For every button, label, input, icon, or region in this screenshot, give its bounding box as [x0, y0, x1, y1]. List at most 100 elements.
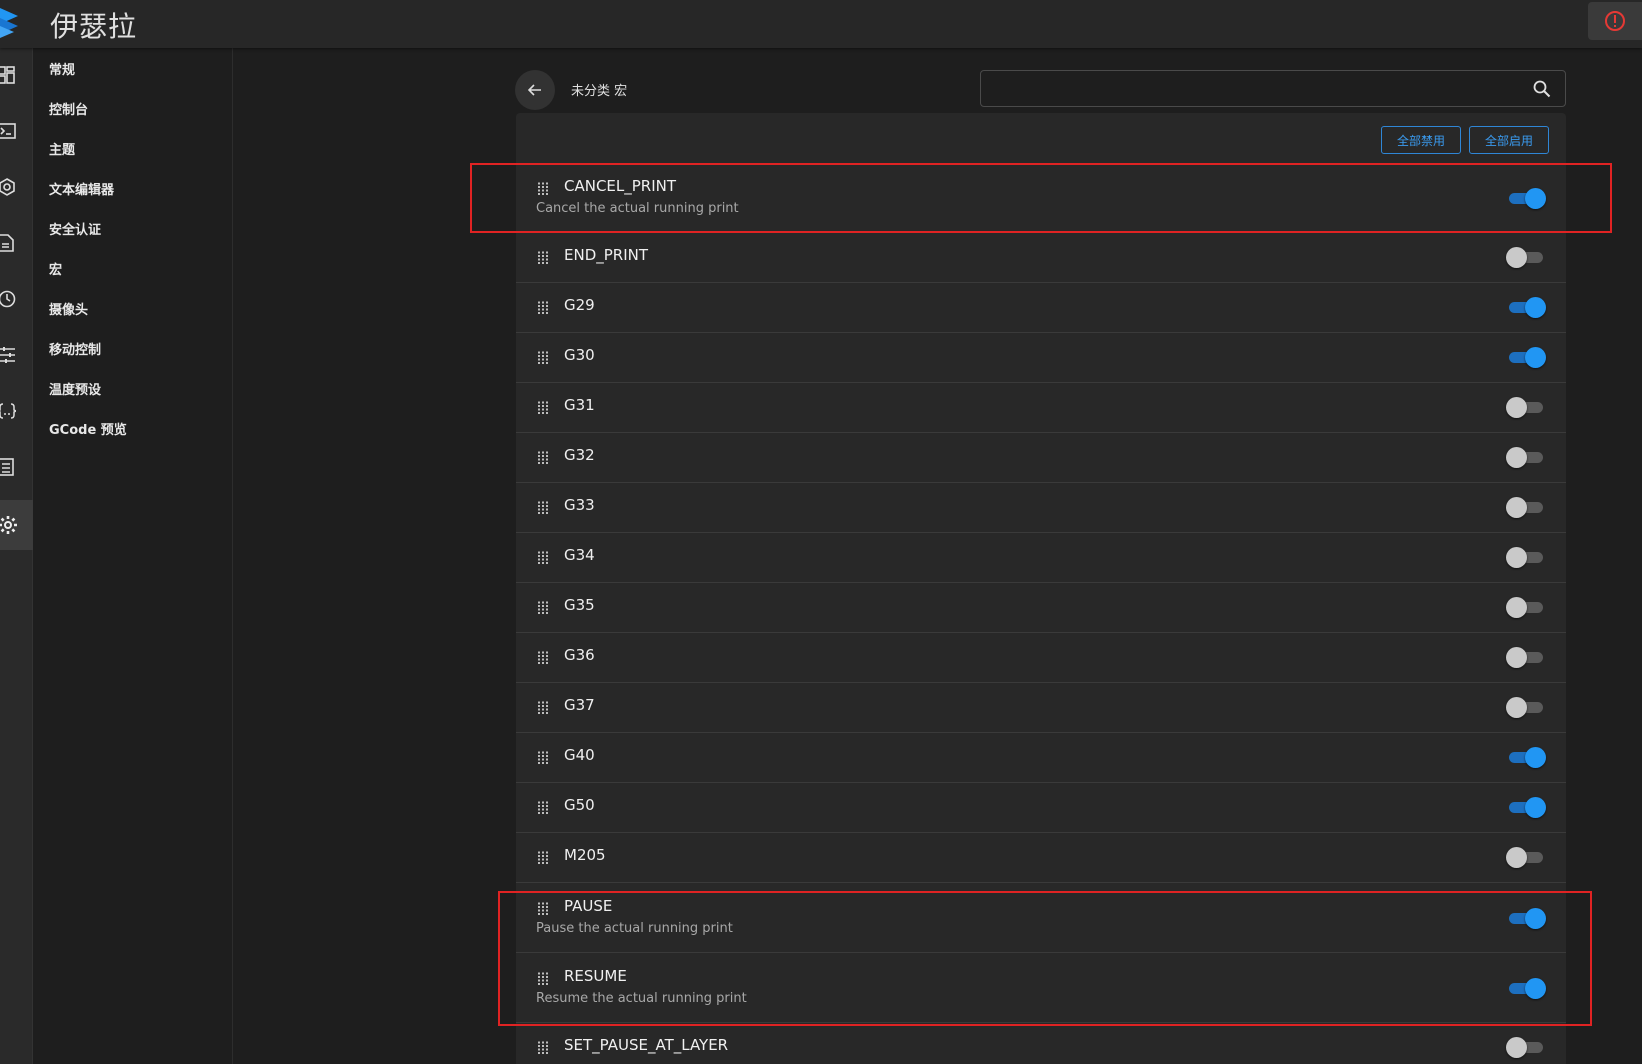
subnav-item-general[interactable]: 常规: [49, 59, 75, 78]
macro-row: G30: [516, 333, 1566, 383]
macro-enabled-switch[interactable]: [1506, 545, 1546, 569]
rail-heightmap[interactable]: [0, 162, 33, 212]
macro-row: END_PRINT: [516, 233, 1566, 283]
drag-handle-icon[interactable]: [537, 182, 549, 196]
subnav-item-webcams[interactable]: 摄像头: [49, 299, 88, 318]
macro-enabled-switch[interactable]: [1506, 345, 1546, 369]
drag-handle-icon[interactable]: [537, 251, 549, 265]
drag-handle-icon[interactable]: [537, 551, 549, 565]
macro-name: G35: [564, 596, 595, 614]
macro-enabled-switch[interactable]: [1506, 245, 1546, 269]
switch-knob: [1506, 1037, 1527, 1058]
drag-handle-icon[interactable]: [537, 451, 549, 465]
macro-name: G30: [564, 346, 595, 364]
search-input[interactable]: [981, 71, 1565, 106]
macro-list-panel: 全部禁用 全部启用 CANCEL_PRINT Cancel the actual …: [516, 113, 1566, 1064]
switch-knob: [1525, 747, 1546, 768]
app-bar: 伊瑟拉: [0, 0, 1642, 48]
switch-knob: [1506, 397, 1527, 418]
files-icon: [0, 234, 14, 252]
rail-dashboard[interactable]: [0, 50, 33, 100]
macro-enabled-switch[interactable]: [1506, 495, 1546, 519]
switch-knob: [1525, 188, 1546, 209]
macro-enabled-switch[interactable]: [1506, 595, 1546, 619]
macro-row: G36: [516, 633, 1566, 683]
drag-handle-icon[interactable]: [537, 972, 549, 986]
disable-all-button[interactable]: 全部禁用: [1381, 126, 1461, 154]
switch-knob: [1525, 297, 1546, 318]
app-title: 伊瑟拉: [50, 10, 138, 43]
subnav-item-editor[interactable]: 文本编辑器: [49, 179, 114, 198]
macro-row: G50: [516, 783, 1566, 833]
rail-files[interactable]: [0, 218, 33, 268]
macro-row: CANCEL_PRINT Cancel the actual running pr…: [516, 163, 1566, 233]
search-icon[interactable]: [1533, 80, 1551, 98]
drag-handle-icon[interactable]: [537, 701, 549, 715]
macro-enabled-switch[interactable]: [1506, 906, 1546, 930]
rail-machine[interactable]: [0, 442, 33, 492]
rail-history[interactable]: [0, 274, 33, 324]
switch-knob: [1525, 347, 1546, 368]
drag-handle-icon[interactable]: [537, 651, 549, 665]
back-button[interactable]: [515, 70, 555, 110]
machine-icon: [0, 458, 14, 476]
macro-enabled-switch[interactable]: [1506, 295, 1546, 319]
subnav-item-theme[interactable]: 主题: [49, 139, 75, 158]
rail-tune[interactable]: [0, 330, 33, 380]
macro-row: G40: [516, 733, 1566, 783]
drag-handle-icon[interactable]: [537, 301, 549, 315]
subnav-item-control[interactable]: 移动控制: [49, 339, 101, 358]
switch-knob: [1506, 647, 1527, 668]
drag-handle-icon[interactable]: [537, 601, 549, 615]
macro-row: G34: [516, 533, 1566, 583]
console-icon: [0, 123, 16, 139]
rail-settings[interactable]: [0, 500, 33, 550]
macro-name: G33: [564, 496, 595, 514]
macro-row: G29: [516, 283, 1566, 333]
switch-knob: [1525, 908, 1546, 929]
macro-enabled-switch[interactable]: [1506, 1035, 1546, 1059]
drag-handle-icon[interactable]: [537, 351, 549, 365]
macro-enabled-switch[interactable]: [1506, 395, 1546, 419]
drag-handle-icon[interactable]: [537, 851, 549, 865]
subnav-item-console[interactable]: 控制台: [49, 99, 88, 118]
macro-row: SET_PAUSE_AT_LAYER: [516, 1023, 1566, 1064]
macro-name: G40: [564, 746, 595, 764]
macros-code-icon: [0, 403, 16, 419]
drag-handle-icon[interactable]: [537, 751, 549, 765]
subnav-item-auth[interactable]: 安全认证: [49, 219, 101, 238]
macro-name: SET_PAUSE_AT_LAYER: [564, 1036, 729, 1054]
macro-group-title: 未分类 宏: [571, 84, 628, 99]
drag-handle-icon[interactable]: [537, 1041, 549, 1055]
macro-enabled-switch[interactable]: [1506, 845, 1546, 869]
enable-all-button[interactable]: 全部启用: [1469, 126, 1549, 154]
macro-enabled-switch[interactable]: [1506, 695, 1546, 719]
emergency-stop-button[interactable]: [1588, 2, 1642, 40]
search-box: [980, 70, 1566, 107]
subnav-item-presets[interactable]: 温度预设: [49, 379, 101, 398]
subnav-item-macros[interactable]: 宏: [49, 259, 62, 278]
drag-handle-icon[interactable]: [537, 801, 549, 815]
rail-console[interactable]: [0, 106, 33, 156]
drag-handle-icon[interactable]: [537, 401, 549, 415]
switch-knob: [1525, 797, 1546, 818]
macro-enabled-switch[interactable]: [1506, 976, 1546, 1000]
logo-icon[interactable]: [0, 4, 22, 40]
subnav-item-gcode-viewer[interactable]: GCode 预览: [49, 419, 127, 438]
macro-description: Cancel the actual running print: [536, 201, 739, 216]
macro-enabled-switch[interactable]: [1506, 795, 1546, 819]
macro-enabled-switch[interactable]: [1506, 745, 1546, 769]
macro-row: G37: [516, 683, 1566, 733]
macro-enabled-switch[interactable]: [1506, 645, 1546, 669]
switch-knob: [1506, 847, 1527, 868]
tune-icon: [0, 347, 15, 363]
switch-knob: [1525, 978, 1546, 999]
macro-enabled-switch[interactable]: [1506, 445, 1546, 469]
drag-handle-icon[interactable]: [537, 902, 549, 916]
rail-macros[interactable]: [0, 386, 33, 436]
drag-handle-icon[interactable]: [537, 501, 549, 515]
macro-enabled-switch[interactable]: [1506, 186, 1546, 210]
macro-description: Pause the actual running print: [536, 921, 733, 936]
history-icon: [0, 290, 16, 308]
arrow-left-icon: [528, 84, 541, 96]
